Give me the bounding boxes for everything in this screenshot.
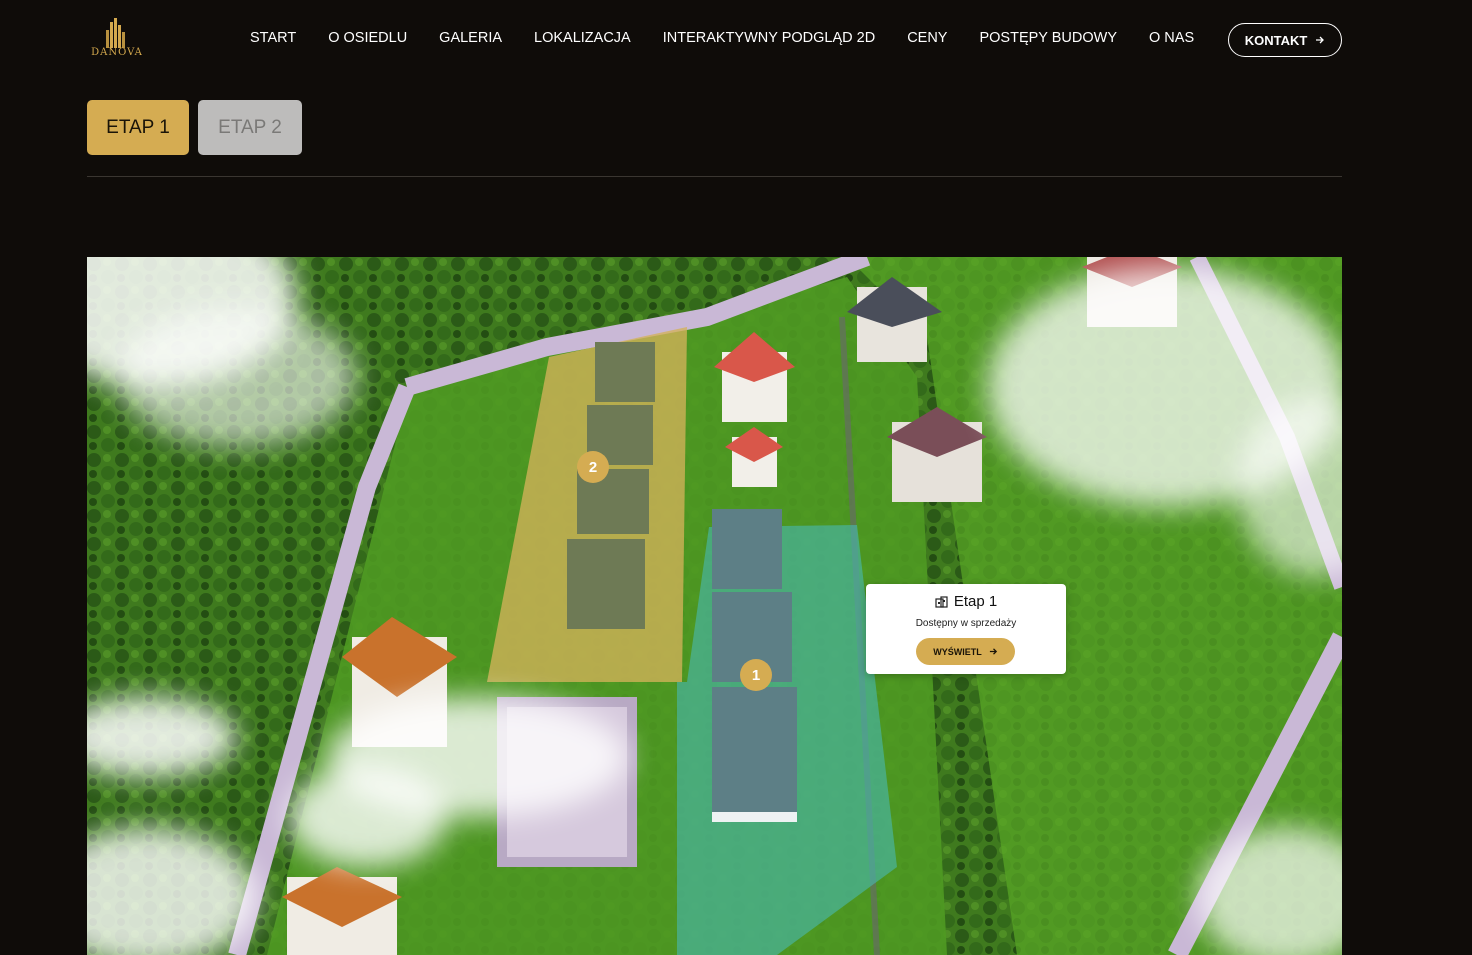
nav-galeria[interactable]: GALERIA — [439, 30, 502, 46]
tab-etap-1[interactable]: ETAP 1 — [87, 100, 189, 155]
nav-o-osiedlu[interactable]: O OSIEDLU — [328, 30, 407, 46]
tab-etap-2[interactable]: ETAP 2 — [198, 100, 302, 155]
nav-podglad-2d[interactable]: INTERAKTYWNY PODGLĄD 2D — [663, 30, 875, 46]
logo-text: DANOVA — [91, 47, 143, 58]
logo-mark — [106, 18, 125, 48]
view-button[interactable]: WYŚWIETL — [916, 638, 1015, 665]
building-icon — [935, 595, 948, 608]
arrow-right-icon — [1316, 36, 1325, 44]
nav-ceny[interactable]: CENY — [907, 30, 947, 46]
map-marker-etap-1[interactable]: 1 — [740, 659, 772, 691]
logo[interactable]: DANOVA — [86, 16, 148, 60]
nav-postepy-budowy[interactable]: POSTĘPY BUDOWY — [979, 30, 1117, 46]
map-marker-etap-2[interactable]: 2 — [577, 451, 609, 483]
nav-lokalizacja[interactable]: LOKALIZACJA — [534, 30, 631, 46]
popup-status: Dostępny w sprzedaży — [915, 618, 1017, 629]
popup-title-row: Etap 1 — [866, 593, 1066, 610]
popup-title: Etap 1 — [953, 593, 998, 610]
arrow-right-icon — [989, 648, 997, 655]
aerial-map-image — [87, 257, 1342, 955]
aerial-map[interactable]: 2 1 — [87, 257, 1342, 955]
contact-button[interactable]: KONTAKT — [1228, 23, 1342, 57]
divider — [87, 176, 1342, 177]
nav-o-nas[interactable]: O NAS — [1149, 30, 1194, 46]
contact-button-label: KONTAKT — [1244, 32, 1308, 48]
main-nav: START O OSIEDLU GALERIA LOKALIZACJA INTE… — [250, 30, 1194, 46]
stage-popup: Etap 1 Dostępny w sprzedaży WYŚWIETL — [866, 584, 1066, 674]
nav-start[interactable]: START — [250, 30, 296, 46]
view-button-label: WYŚWIETL — [933, 646, 982, 657]
